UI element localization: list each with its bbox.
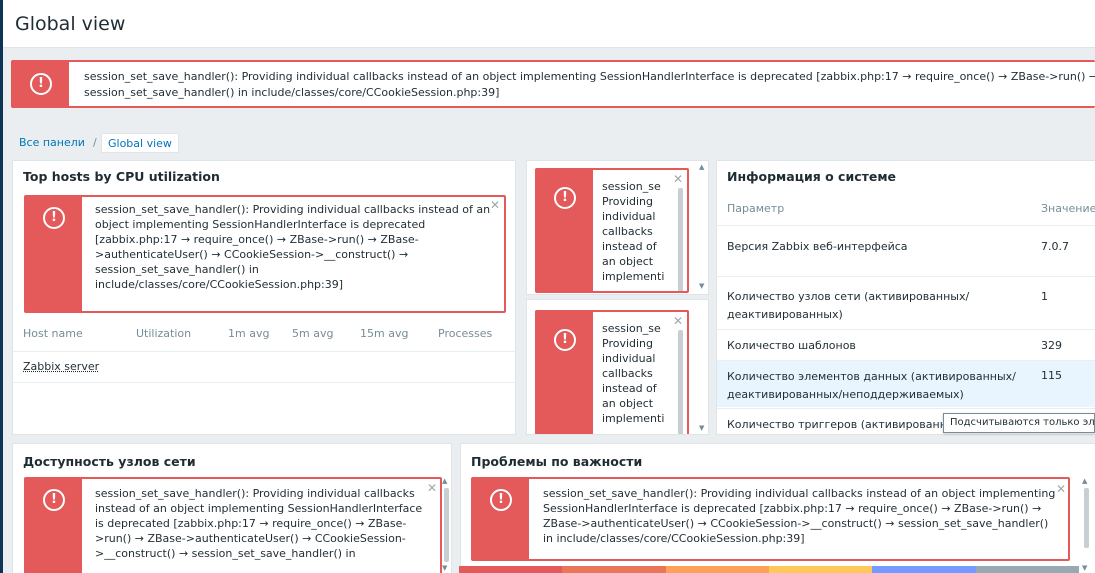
- severity-strip-segment: [459, 566, 563, 573]
- widget-system-info: Информация о системе Параметр Значение В…: [716, 160, 1095, 435]
- scroll-up-arrow[interactable]: ▲: [1082, 477, 1087, 485]
- breadcrumb-separator: /: [93, 136, 97, 149]
- scrollbar-thumb[interactable]: [678, 188, 683, 291]
- close-icon[interactable]: ✕: [490, 198, 500, 212]
- sysinfo-param: Количество шаблонов: [727, 339, 856, 352]
- page-title: Global view: [15, 13, 126, 35]
- widget-narrow-2-error: ! session_se Providing individual callba…: [535, 310, 689, 434]
- widget-problems-error: ! session_set_save_handler(): Providing …: [471, 477, 1070, 561]
- close-icon[interactable]: ✕: [673, 314, 683, 328]
- widget-top-hosts-title: Top hosts by CPU utilization: [23, 169, 220, 184]
- left-nav-edge: [0, 0, 3, 573]
- widget-top-hosts-error: ! session_set_save_handler(): Providing …: [24, 195, 506, 313]
- widget-narrow-1: ! session_se Providing individual callba…: [526, 160, 709, 295]
- scroll-down-arrow[interactable]: ▼: [699, 424, 704, 432]
- sysinfo-param: Количество узлов сети (активированных/ д…: [727, 290, 970, 321]
- close-icon[interactable]: ✕: [1056, 482, 1066, 496]
- widget-problems-title: Проблемы по важности: [471, 454, 643, 469]
- widget-host-availability-error-text: session_set_save_handler(): Providing in…: [95, 487, 423, 560]
- sysinfo-value: 7.0.7: [1041, 240, 1069, 253]
- widget-system-info-title: Информация о системе: [727, 169, 897, 184]
- hint-tooltip: Подсчитываются только элем: [943, 413, 1095, 433]
- sysinfo-param: Количество элементов данных (активирован…: [727, 370, 1016, 401]
- scrollbar-thumb[interactable]: [678, 330, 683, 434]
- widget-host-availability-error: ! session_set_save_handler(): Providing …: [24, 477, 442, 573]
- severity-strip-segment: [975, 566, 1079, 573]
- col-1m-avg: 1m avg: [228, 327, 270, 340]
- widget-problems-error-text: session_set_save_handler(): Providing in…: [543, 487, 1056, 545]
- exclamation-circle-icon: !: [30, 73, 52, 95]
- page-header: Global view: [3, 0, 1095, 48]
- widget-narrow-2: ! session_se Providing individual callba…: [526, 299, 709, 435]
- col-processes: Processes: [438, 327, 493, 340]
- col-parameter: Параметр: [727, 202, 785, 215]
- scroll-up-arrow[interactable]: ▲: [699, 163, 704, 171]
- sysinfo-value: 329: [1041, 339, 1062, 352]
- scroll-down-arrow[interactable]: ▼: [1082, 564, 1087, 572]
- col-utilization: Utilization: [136, 327, 192, 340]
- exclamation-circle-icon: !: [43, 207, 65, 229]
- col-value: Значение: [1041, 202, 1095, 215]
- widget-top-hosts-error-text: session_set_save_handler(): Providing in…: [95, 203, 491, 291]
- sysinfo-param: Версия Zabbix веб-интерфейса: [727, 240, 908, 253]
- severity-strip-segment: [665, 566, 769, 573]
- exclamation-circle-icon: !: [554, 329, 576, 351]
- breadcrumb-current-dashboard[interactable]: Global view: [101, 133, 179, 153]
- exclamation-circle-icon: !: [490, 489, 512, 511]
- severity-color-strip: [459, 566, 1079, 573]
- close-icon[interactable]: ✕: [673, 172, 683, 186]
- global-error-message: ! session_set_save_handler(): Providing …: [11, 60, 1095, 108]
- widget-narrow-1-error-text: session_se Providing individual callback…: [602, 180, 665, 283]
- widget-narrow-2-error-text: session_se Providing individual callback…: [602, 322, 665, 425]
- exclamation-circle-icon: !: [43, 489, 65, 511]
- sysinfo-param: Количество триггеров (активированн: [727, 418, 947, 431]
- col-15m-avg: 15m avg: [360, 327, 409, 340]
- breadcrumb-all-dashboards-link[interactable]: Все панели: [19, 136, 85, 149]
- scroll-up-arrow[interactable]: ▲: [442, 477, 447, 485]
- sysinfo-value: 115: [1041, 369, 1062, 382]
- scroll-down-arrow[interactable]: ▼: [699, 282, 704, 290]
- widget-top-hosts: Top hosts by CPU utilization ! session_s…: [12, 160, 516, 435]
- widget-problems-by-severity: Проблемы по важности ! session_set_save_…: [460, 443, 1095, 573]
- col-host-name: Host name: [23, 327, 83, 340]
- sysinfo-value: 1: [1041, 290, 1048, 303]
- widget-host-availability: Доступность узлов сети ! session_set_sav…: [12, 443, 452, 573]
- global-error-line1: session_set_save_handler(): Providing in…: [84, 70, 1095, 83]
- scrollbar-thumb[interactable]: [444, 488, 449, 562]
- close-icon[interactable]: ✕: [427, 481, 437, 495]
- widget-narrow-1-error: ! session_se Providing individual callba…: [535, 168, 689, 293]
- severity-strip-segment: [872, 566, 976, 573]
- severity-strip-segment: [562, 566, 666, 573]
- scroll-down-arrow[interactable]: ▼: [442, 564, 447, 572]
- scrollbar-thumb[interactable]: [1084, 488, 1089, 548]
- host-link[interactable]: Zabbix server: [23, 360, 99, 373]
- col-5m-avg: 5m avg: [292, 327, 334, 340]
- exclamation-circle-icon: !: [554, 187, 576, 209]
- widget-host-availability-title: Доступность узлов сети: [23, 454, 196, 469]
- global-error-line2: session_set_save_handler() in include/cl…: [84, 86, 500, 99]
- severity-strip-segment: [768, 566, 873, 573]
